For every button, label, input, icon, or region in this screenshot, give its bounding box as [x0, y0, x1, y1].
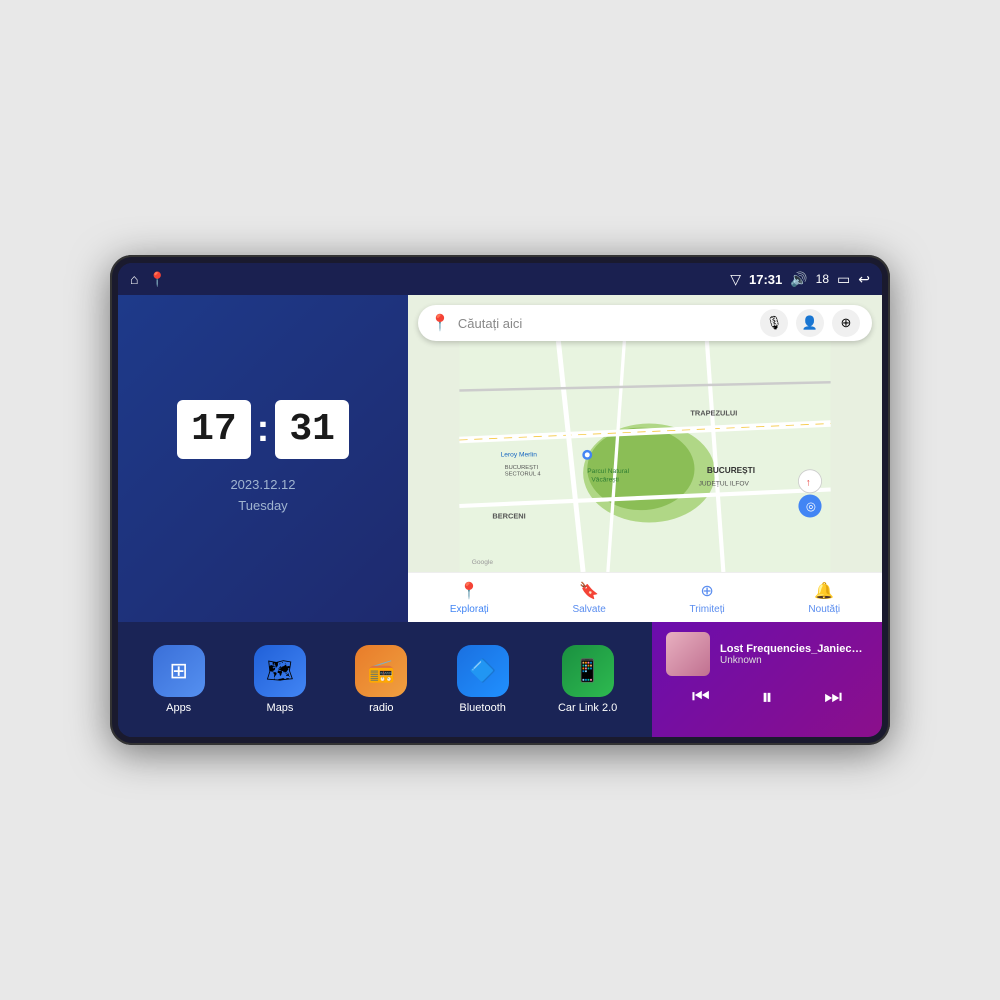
music-artist: Unknown: [720, 655, 868, 666]
status-time: 17:31: [749, 272, 782, 287]
bottom-section: ⊞ Apps 🗺 Maps 📻 radio: [118, 622, 882, 737]
music-info: Lost Frequencies_Janieck Devy-... Unknow…: [666, 632, 868, 676]
map-nav-news[interactable]: 🔔 Noutăți: [808, 581, 840, 615]
clock-date: 2023.12.12 Tuesday: [230, 475, 295, 517]
map-nav-explore[interactable]: 📍 Explorați: [450, 581, 489, 615]
music-thumb-image: [666, 632, 710, 676]
music-thumbnail: [666, 632, 710, 676]
signal-icon: ▽: [730, 271, 741, 288]
saved-icon: 🔖: [579, 581, 599, 601]
map-panel[interactable]: 📍 Căutați aici 🎙 👤 ⊕: [408, 295, 882, 622]
app-item-radio[interactable]: 📻 radio: [355, 645, 407, 714]
bluetooth-label: Bluetooth: [459, 702, 505, 714]
svg-text:SECTORUL 4: SECTORUL 4: [505, 471, 542, 477]
music-title: Lost Frequencies_Janieck Devy-...: [720, 643, 868, 655]
maps-icon: 🗺: [266, 658, 294, 684]
status-left: ⌂ 📍: [130, 271, 166, 288]
news-icon: 🔔: [814, 581, 834, 601]
radio-icon: 📻: [368, 658, 395, 684]
app-item-bluetooth[interactable]: 🔷 Bluetooth: [457, 645, 509, 714]
bluetooth-icon: 🔷: [469, 658, 496, 684]
map-pin-icon: 📍: [430, 313, 450, 333]
svg-text:Leroy Merlin: Leroy Merlin: [501, 452, 538, 459]
svg-text:Parcul Natural: Parcul Natural: [587, 468, 629, 475]
explore-label: Explorați: [450, 604, 489, 615]
prev-button[interactable]: ⏮: [692, 686, 710, 709]
clock-display: 17 : 31: [177, 400, 349, 459]
clock-hours: 17: [177, 400, 251, 459]
radio-label: radio: [369, 702, 393, 714]
map-visual: TRAPEZULUI BUCUREȘTI JUDEȚUL ILFOV BERCE…: [408, 341, 882, 572]
clock-colon: :: [257, 408, 270, 451]
battery-level: 18: [816, 272, 829, 286]
music-text: Lost Frequencies_Janieck Devy-... Unknow…: [720, 643, 868, 666]
clock-day-value: Tuesday: [230, 496, 295, 517]
svg-text:Văcărești: Văcărești: [591, 476, 619, 483]
app-item-maps[interactable]: 🗺 Maps: [254, 645, 306, 714]
carlink-icon: 📱: [574, 658, 601, 684]
clock-date-value: 2023.12.12: [230, 475, 295, 496]
back-icon[interactable]: ↩: [858, 271, 870, 288]
news-label: Noutăți: [808, 604, 840, 615]
svg-text:Google: Google: [472, 559, 494, 566]
battery-icon: ▭: [837, 271, 850, 288]
map-search-bar[interactable]: 📍 Căutați aici 🎙 👤 ⊕: [418, 305, 872, 341]
send-icon: ⊕: [700, 581, 713, 601]
svg-text:BERCENI: BERCENI: [492, 511, 525, 520]
music-controls: ⏮ ⏸ ⏭: [666, 684, 868, 710]
send-label: Trimiteți: [690, 604, 725, 615]
svg-text:◎: ◎: [806, 501, 816, 513]
radio-icon-box: 📻: [355, 645, 407, 697]
music-panel: Lost Frequencies_Janieck Devy-... Unknow…: [652, 622, 882, 737]
device-screen: ⌂ 📍 ▽ 17:31 🔊 18 ▭ ↩ 17 :: [118, 263, 882, 737]
profile-icon[interactable]: 👤: [796, 309, 824, 337]
svg-text:BUCUREȘTI: BUCUREȘTI: [707, 466, 755, 475]
carlink-icon-box: 📱: [562, 645, 614, 697]
volume-icon: 🔊: [790, 271, 807, 288]
maps-status-icon[interactable]: 📍: [148, 271, 165, 288]
clock-minutes: 31: [275, 400, 349, 459]
svg-text:TRAPEZULUI: TRAPEZULUI: [690, 408, 737, 417]
map-bottom-bar: 📍 Explorați 🔖 Salvate ⊕ Trimiteți 🔔: [408, 572, 882, 622]
play-pause-button[interactable]: ⏸: [761, 684, 772, 710]
explore-icon: 📍: [459, 581, 479, 601]
top-section: 17 : 31 2023.12.12 Tuesday 📍 Căutați aic…: [118, 295, 882, 622]
main-content: 17 : 31 2023.12.12 Tuesday 📍 Căutați aic…: [118, 295, 882, 737]
app-item-apps[interactable]: ⊞ Apps: [153, 645, 205, 714]
saved-label: Salvate: [572, 604, 605, 615]
svg-text:↑: ↑: [806, 477, 811, 488]
home-icon[interactable]: ⌂: [130, 271, 138, 287]
apps-icon-box: ⊞: [153, 645, 205, 697]
map-nav-saved[interactable]: 🔖 Salvate: [572, 581, 605, 615]
svg-text:BUCUREȘTI: BUCUREȘTI: [505, 465, 539, 471]
status-bar: ⌂ 📍 ▽ 17:31 🔊 18 ▭ ↩: [118, 263, 882, 295]
svg-text:JUDEȚUL ILFOV: JUDEȚUL ILFOV: [699, 480, 750, 487]
bluetooth-icon-box: 🔷: [457, 645, 509, 697]
maps-icon-box: 🗺: [254, 645, 306, 697]
car-display-device: ⌂ 📍 ▽ 17:31 🔊 18 ▭ ↩ 17 :: [110, 255, 890, 745]
apps-panel: ⊞ Apps 🗺 Maps 📻 radio: [118, 622, 652, 737]
carlink-label: Car Link 2.0: [558, 702, 617, 714]
map-search-placeholder[interactable]: Căutați aici: [458, 316, 752, 331]
clock-panel: 17 : 31 2023.12.12 Tuesday: [118, 295, 408, 622]
maps-label: Maps: [267, 702, 294, 714]
next-button[interactable]: ⏭: [824, 686, 842, 709]
apps-label: Apps: [166, 702, 191, 714]
map-search-actions: 🎙 👤 ⊕: [760, 309, 860, 337]
app-item-carlink[interactable]: 📱 Car Link 2.0: [558, 645, 617, 714]
status-right: ▽ 17:31 🔊 18 ▭ ↩: [730, 271, 870, 288]
apps-icon: ⊞: [169, 658, 187, 684]
map-nav-send[interactable]: ⊕ Trimiteți: [690, 581, 725, 615]
mic-icon[interactable]: 🎙: [760, 309, 788, 337]
layers-icon[interactable]: ⊕: [832, 309, 860, 337]
